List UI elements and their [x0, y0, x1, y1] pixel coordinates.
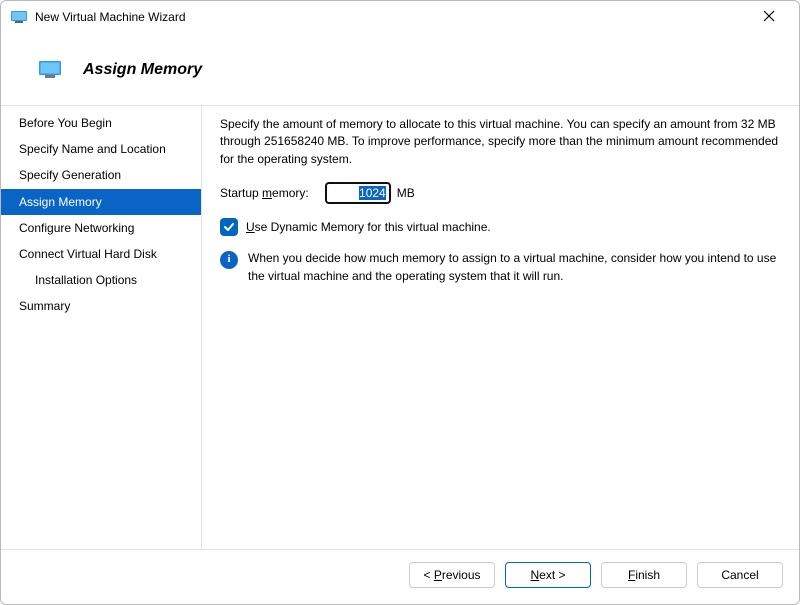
memory-unit-label: MB	[397, 186, 415, 200]
wizard-footer: < Previous Next > Finish Cancel	[1, 549, 799, 604]
startup-memory-input[interactable]	[325, 182, 391, 204]
wizard-content: Specify the amount of memory to allocate…	[202, 106, 799, 549]
step-summary[interactable]: Summary	[1, 293, 201, 319]
step-connect-vhd[interactable]: Connect Virtual Hard Disk	[1, 241, 201, 267]
info-icon: i	[220, 251, 238, 269]
dynamic-memory-row: Use Dynamic Memory for this virtual mach…	[220, 218, 779, 236]
dynamic-memory-checkbox[interactable]	[220, 218, 238, 236]
step-specify-generation[interactable]: Specify Generation	[1, 162, 201, 188]
titlebar: New Virtual Machine Wizard	[1, 1, 799, 33]
window-title: New Virtual Machine Wizard	[35, 10, 749, 24]
step-configure-networking[interactable]: Configure Networking	[1, 215, 201, 241]
info-text: When you decide how much memory to assig…	[248, 250, 779, 285]
wizard-steps-sidebar: Before You Begin Specify Name and Locati…	[1, 106, 202, 549]
dynamic-memory-label[interactable]: Use Dynamic Memory for this virtual mach…	[246, 220, 491, 234]
step-assign-memory[interactable]: Assign Memory	[1, 189, 201, 215]
step-before-you-begin[interactable]: Before You Begin	[1, 110, 201, 136]
previous-button[interactable]: < Previous	[409, 562, 495, 588]
startup-memory-label: Startup memory:	[220, 186, 309, 200]
step-installation-options[interactable]: Installation Options	[1, 267, 201, 293]
step-specify-name-location[interactable]: Specify Name and Location	[1, 136, 201, 162]
wizard-body: Before You Begin Specify Name and Locati…	[1, 105, 799, 549]
close-button[interactable]	[749, 9, 789, 25]
wizard-header: Assign Memory	[1, 33, 799, 105]
page-title: Assign Memory	[83, 61, 202, 79]
info-row: i When you decide how much memory to ass…	[220, 250, 779, 285]
next-button[interactable]: Next >	[505, 562, 591, 588]
app-icon	[11, 9, 27, 25]
cancel-button[interactable]: Cancel	[697, 562, 783, 588]
finish-button[interactable]: Finish	[601, 562, 687, 588]
startup-memory-row: Startup memory: MB	[220, 182, 779, 204]
monitor-icon	[39, 59, 61, 81]
memory-description: Specify the amount of memory to allocate…	[220, 116, 779, 168]
